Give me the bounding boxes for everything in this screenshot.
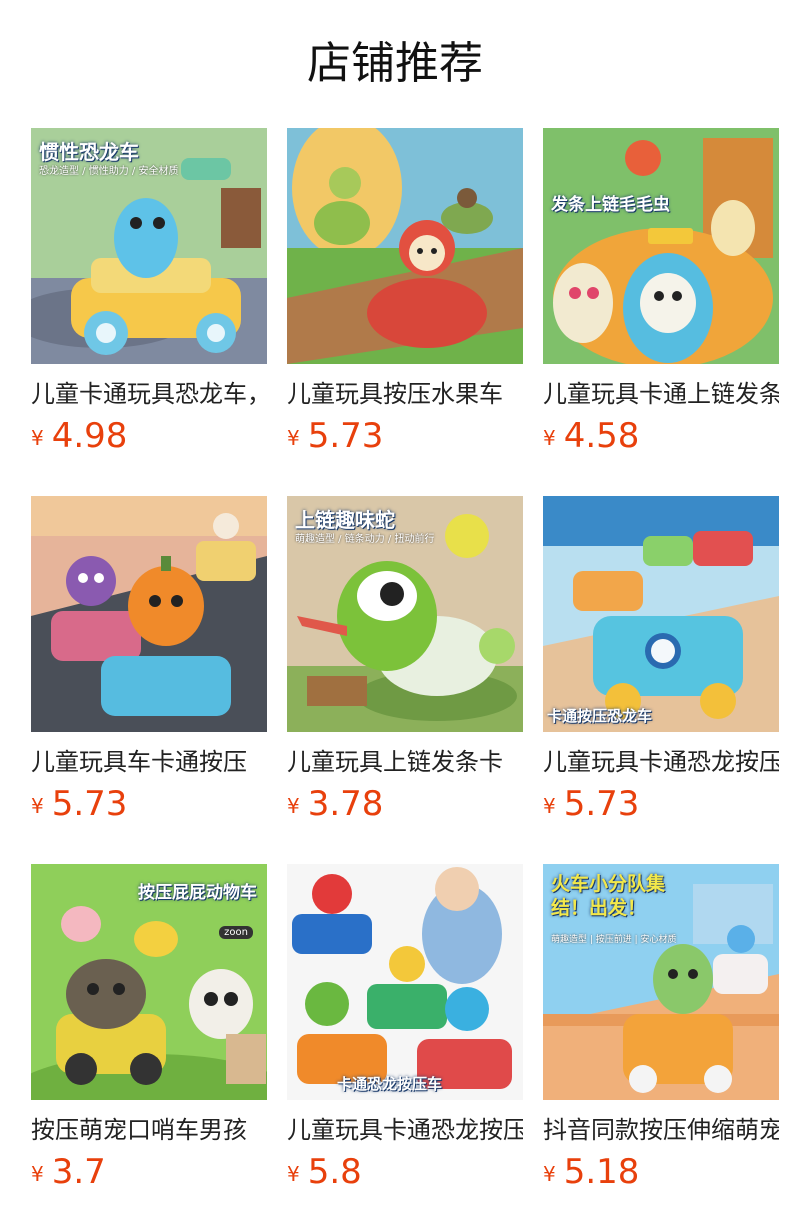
image-caption: 火车小分队集结！出发！: [551, 873, 666, 919]
product-price: ¥5.73: [543, 784, 779, 824]
price-amount: 5.8: [307, 1152, 362, 1192]
product-price: ¥5.8: [287, 1152, 523, 1192]
image-subcaption: zoon: [219, 926, 253, 939]
product-image[interactable]: 发条上链毛毛虫: [543, 128, 779, 364]
image-subcaption: 恐龙造型 / 惯性助力 / 安全材质: [39, 166, 179, 177]
product-price: ¥5.18: [543, 1152, 779, 1192]
price-amount: 4.58: [563, 416, 640, 456]
product-price: ¥3.78: [287, 784, 523, 824]
product-image[interactable]: 惯性恐龙车 恐龙造型 / 惯性助力 / 安全材质: [31, 128, 267, 364]
image-caption: 惯性恐龙车: [39, 140, 139, 164]
product-card[interactable]: 发条上链毛毛虫 儿童玩具卡通上链发条 ¥4.58: [543, 128, 779, 496]
image-caption: 按压屁屁动物车: [138, 883, 257, 903]
currency-symbol: ¥: [543, 1162, 556, 1186]
price-amount: 5.73: [51, 784, 128, 824]
price-amount: 4.98: [51, 416, 128, 456]
store-recommendations-page: 店铺推荐 惯性恐龙车 恐龙造型 / 惯性助力 / 安全材质 儿童卡通玩具恐龙车，…: [0, 0, 790, 1232]
product-name[interactable]: 按压萌宠口哨车男孩: [31, 1114, 267, 1146]
currency-symbol: ¥: [31, 426, 44, 450]
product-price: ¥4.58: [543, 416, 779, 456]
product-card[interactable]: 火车小分队集结！出发！ 萌趣造型 | 按压前进 | 安心材质 抖音同款按压伸缩萌…: [543, 864, 779, 1232]
currency-symbol: ¥: [31, 1162, 44, 1186]
product-card[interactable]: 儿童玩具按压水果车 ¥5.73: [287, 128, 523, 496]
product-name[interactable]: 儿童玩具按压水果车: [287, 378, 523, 410]
product-image[interactable]: 火车小分队集结！出发！ 萌趣造型 | 按压前进 | 安心材质: [543, 864, 779, 1100]
section-title: 店铺推荐: [307, 38, 483, 89]
price-amount: 5.73: [307, 416, 384, 456]
product-card[interactable]: 上链趣味蛇 萌趣造型 / 链条动力 / 扭动前行 儿童玩具上链发条卡 ¥3.78: [287, 496, 523, 864]
currency-symbol: ¥: [287, 1162, 300, 1186]
image-subcaption: 萌趣造型 / 链条动力 / 扭动前行: [295, 534, 435, 545]
product-grid: 惯性恐龙车 恐龙造型 / 惯性助力 / 安全材质 儿童卡通玩具恐龙车， ¥4.9…: [31, 128, 779, 1232]
image-caption: 发条上链毛毛虫: [551, 195, 670, 215]
product-image[interactable]: [287, 128, 523, 364]
product-name[interactable]: 儿童玩具卡通上链发条: [543, 378, 779, 410]
currency-symbol: ¥: [31, 794, 44, 818]
price-amount: 3.78: [307, 784, 384, 824]
image-caption: 上链趣味蛇: [295, 508, 395, 532]
price-amount: 5.18: [563, 1152, 640, 1192]
product-name[interactable]: 儿童玩具卡通恐龙按压: [287, 1114, 523, 1146]
currency-symbol: ¥: [543, 426, 556, 450]
product-image[interactable]: 卡通恐龙按压车: [287, 864, 523, 1100]
product-price: ¥4.98: [31, 416, 267, 456]
product-name[interactable]: 儿童玩具卡通恐龙按压: [543, 746, 779, 778]
price-amount: 3.7: [51, 1152, 106, 1192]
product-price: ¥3.7: [31, 1152, 267, 1192]
product-card[interactable]: 按压屁屁动物车 zoon 按压萌宠口哨车男孩 ¥3.7: [31, 864, 267, 1232]
product-card[interactable]: 儿童玩具车卡通按压 ¥5.73: [31, 496, 267, 864]
product-card[interactable]: 惯性恐龙车 恐龙造型 / 惯性助力 / 安全材质 儿童卡通玩具恐龙车， ¥4.9…: [31, 128, 267, 496]
currency-symbol: ¥: [287, 794, 300, 818]
product-image[interactable]: 上链趣味蛇 萌趣造型 / 链条动力 / 扭动前行: [287, 496, 523, 732]
currency-symbol: ¥: [543, 794, 556, 818]
product-card[interactable]: 卡通恐龙按压车 儿童玩具卡通恐龙按压 ¥5.8: [287, 864, 523, 1232]
image-caption: 卡通按压恐龙车: [547, 707, 653, 725]
product-card[interactable]: 卡通按压恐龙车 儿童玩具卡通恐龙按压 ¥5.73: [543, 496, 779, 864]
product-price: ¥5.73: [31, 784, 267, 824]
product-name[interactable]: 抖音同款按压伸缩萌宠: [543, 1114, 779, 1146]
price-amount: 5.73: [563, 784, 640, 824]
product-image[interactable]: [31, 496, 267, 732]
currency-symbol: ¥: [287, 426, 300, 450]
image-subcaption: 萌趣造型 | 按压前进 | 安心材质: [551, 935, 677, 945]
product-price: ¥5.73: [287, 416, 523, 456]
product-name[interactable]: 儿童卡通玩具恐龙车，: [31, 378, 267, 410]
product-image[interactable]: 卡通按压恐龙车: [543, 496, 779, 732]
product-image[interactable]: 按压屁屁动物车 zoon: [31, 864, 267, 1100]
product-name[interactable]: 儿童玩具上链发条卡: [287, 746, 523, 778]
image-caption: 卡通恐龙按压车: [337, 1075, 443, 1093]
product-name[interactable]: 儿童玩具车卡通按压: [31, 746, 267, 778]
